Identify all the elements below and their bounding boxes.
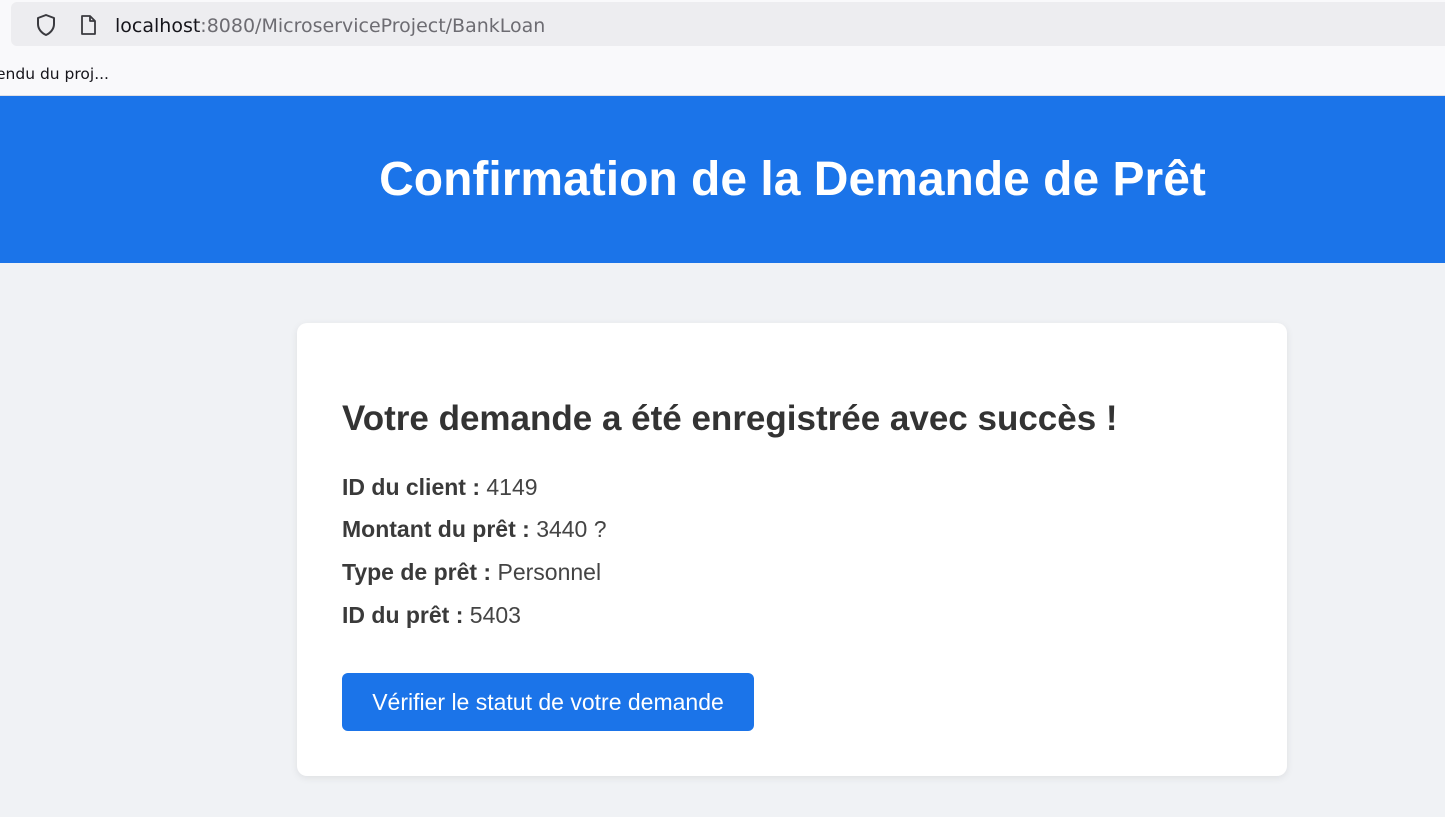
url-host: localhost bbox=[115, 15, 201, 37]
loan-id-value: 5403 bbox=[469, 602, 521, 628]
loan-id-label: ID du prêt : bbox=[342, 602, 464, 628]
url-path: :8080/MicroserviceProject/BankLoan bbox=[200, 15, 546, 37]
header-banner: Confirmation de la Demande de Prêt bbox=[0, 96, 1445, 263]
check-status-button[interactable]: Vérifier le statut de votre demande bbox=[342, 673, 754, 731]
loan-amount-row: Montant du prêt : 3440 ? bbox=[342, 515, 607, 543]
page-title: Confirmation de la Demande de Prêt bbox=[379, 153, 1206, 206]
shield-icon[interactable] bbox=[34, 13, 58, 37]
loan-type-value: Personnel bbox=[497, 559, 602, 585]
loan-amount-value: 3440 ? bbox=[536, 516, 607, 542]
client-id-row: ID du client : 4149 bbox=[342, 473, 538, 501]
client-id-label: ID du client : bbox=[342, 474, 480, 500]
loan-type-label: Type de prêt : bbox=[342, 559, 492, 585]
url-text[interactable]: localhost:8080/MicroserviceProject/BankL… bbox=[115, 14, 545, 38]
address-bar[interactable]: localhost:8080/MicroserviceProject/BankL… bbox=[11, 2, 1445, 46]
browser-toolbar: localhost:8080/MicroserviceProject/BankL… bbox=[0, 0, 1445, 56]
bookmark-item[interactable]: endu du proj... bbox=[0, 65, 109, 83]
success-heading: Votre demande a été enregistrée avec suc… bbox=[342, 399, 1118, 438]
loan-type-row: Type de prêt : Personnel bbox=[342, 558, 601, 586]
page-icon bbox=[77, 14, 99, 36]
confirmation-card: Votre demande a été enregistrée avec suc… bbox=[297, 323, 1287, 776]
loan-amount-label: Montant du prêt : bbox=[342, 516, 530, 542]
client-id-value: 4149 bbox=[486, 474, 538, 500]
bookmarks-bar: endu du proj... bbox=[0, 56, 1445, 96]
loan-id-row: ID du prêt : 5403 bbox=[342, 601, 521, 629]
